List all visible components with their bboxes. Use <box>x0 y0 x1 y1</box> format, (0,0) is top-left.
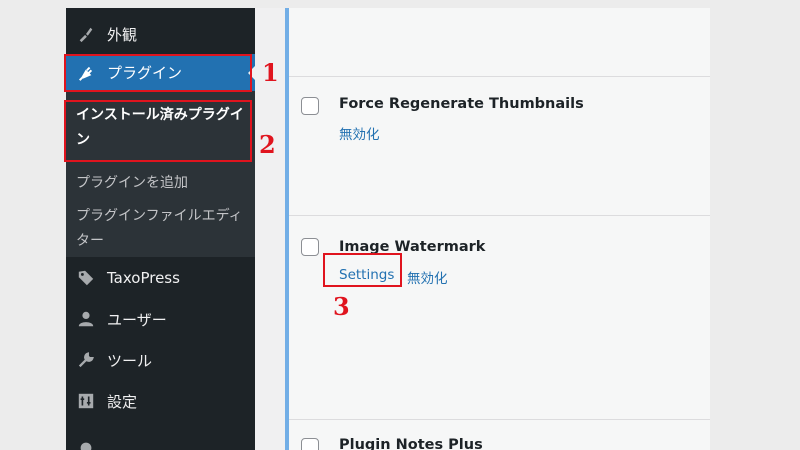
plugin-checkbox[interactable] <box>301 97 319 115</box>
sidebar-item-tools[interactable]: ツール <box>66 340 255 380</box>
brush-icon <box>75 23 97 45</box>
settings-icon <box>75 390 97 412</box>
sidebar-item-appearance[interactable]: 外観 <box>66 14 255 54</box>
deactivate-link[interactable]: 無効化 <box>339 123 380 143</box>
annotation-step-2: 2 <box>259 130 276 159</box>
plugin-checkbox[interactable] <box>301 438 319 450</box>
submenu-item-add-plugin[interactable]: プラグインを追加 <box>76 171 246 196</box>
wrench-icon <box>75 349 97 371</box>
sidebar-item-label: ユーザー <box>107 310 167 329</box>
annotation-step-3: 3 <box>333 292 350 321</box>
plugin-name: Plugin Notes Plus <box>339 437 483 450</box>
annotation-box-2 <box>64 100 252 162</box>
main-content: Force Regenerate Thumbnails 無効化 Image Wa… <box>255 8 710 450</box>
table-row: Image Watermark Settings 無効化 <box>289 216 710 420</box>
annotation-step-1: 1 <box>262 58 279 87</box>
annotation-box-3 <box>323 253 402 287</box>
table-row <box>289 8 710 77</box>
sidebar-item-more[interactable] <box>66 428 255 450</box>
sidebar-item-label: 外観 <box>107 25 138 44</box>
deactivate-link[interactable]: 無効化 <box>407 267 448 287</box>
plugin-name: Force Regenerate Thumbnails <box>339 96 584 112</box>
sidebar-item-label: TaxoPress <box>107 269 180 287</box>
menu-icon <box>75 437 97 450</box>
table-row: Force Regenerate Thumbnails 無効化 <box>289 77 710 216</box>
annotation-box-1 <box>64 54 252 92</box>
sidebar-item-settings[interactable]: 設定 <box>66 381 255 421</box>
plugin-checkbox[interactable] <box>301 238 319 256</box>
sidebar-item-taxopress[interactable]: TaxoPress <box>66 258 255 298</box>
sidebar-item-label: 設定 <box>107 392 138 411</box>
table-row: Plugin Notes Plus <box>289 420 710 450</box>
sidebar-item-label: ツール <box>107 351 153 370</box>
plugins-list: Force Regenerate Thumbnails 無効化 Image Wa… <box>285 8 710 450</box>
submenu-item-plugin-editor[interactable]: プラグインファイルエディター <box>76 204 246 254</box>
sidebar-item-users[interactable]: ユーザー <box>66 299 255 339</box>
user-icon <box>75 308 97 330</box>
tag-icon <box>75 267 97 289</box>
